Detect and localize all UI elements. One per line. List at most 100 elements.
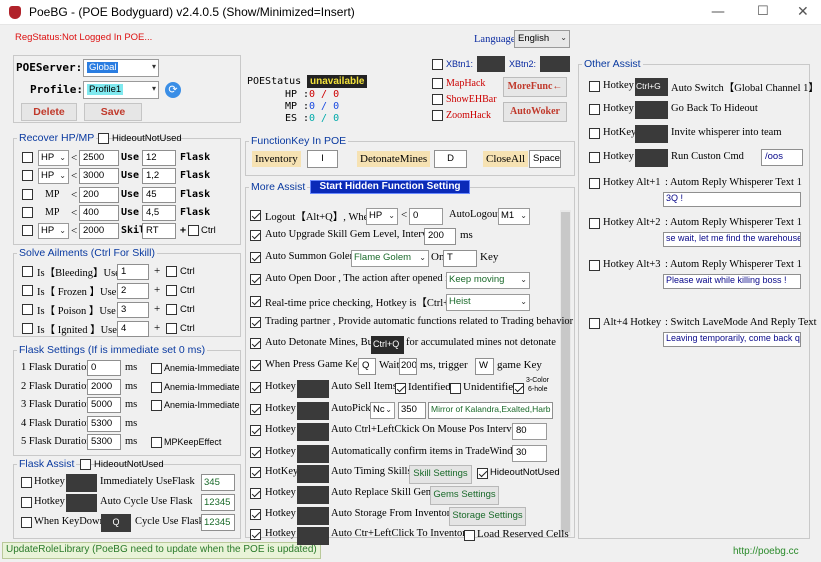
close-icon[interactable]: ✕ [797,4,809,20]
storage-settings-button[interactable]: Storage Settings [449,507,526,526]
other-assist-checkbox[interactable] [589,318,600,329]
morefunc-button[interactable]: MoreFunc← [503,77,567,97]
more-assist-checkbox[interactable] [250,317,261,328]
more-assist-checkbox[interactable] [250,230,261,241]
maximize-icon[interactable]: ☐ [757,4,769,19]
profile-select[interactable]: Profile1 ▾ [83,81,159,99]
autopick-radius-input[interactable]: 350 [398,402,426,419]
flask-option-checkbox[interactable] [151,437,162,448]
ailment-ctrl-checkbox[interactable] [166,323,177,334]
flask-duration-input[interactable]: 5000 [87,397,121,413]
recover-hideout-checkbox[interactable] [98,133,109,144]
more-assist-checkbox[interactable] [250,447,261,458]
flask-assist-flasks-input[interactable]: 345 [201,474,235,491]
target-key-input[interactable]: W [475,358,494,375]
start-hidden-function-button[interactable]: Start Hidden Function Setting [310,180,470,194]
logout-type-select[interactable]: HP ⌄ [366,208,398,225]
autopick-items-input[interactable]: Mirror of Kalandra,Exalted,Harb [428,402,553,419]
maphack-checkbox[interactable] [432,78,443,89]
ailment-flask-input[interactable]: 3 [117,302,149,318]
logout-threshold-spinner[interactable]: 0 [409,208,443,225]
minimize-icon[interactable]: — [711,4,725,20]
trade-confirm-spinner[interactable]: 30 [512,445,547,462]
other-assist-checkbox[interactable] [589,260,600,271]
flask-assist-key-field[interactable]: Q [101,514,131,532]
recover-type-select[interactable]: HP ⌄ [38,223,69,240]
other-assist-checkbox[interactable] [589,128,600,139]
flask-assist-hotkey-field[interactable] [66,474,97,492]
three-color-checkbox[interactable] [513,383,524,394]
update-role-library-button[interactable]: UpdateRoleLibrary (PoeBG need to update … [2,542,321,559]
recover-row-checkbox[interactable] [22,206,33,218]
recover-flask-slot-input[interactable]: 12 [142,150,176,166]
xbtn1-checkbox[interactable] [432,59,443,70]
more-assist-scrollbar[interactable] [560,210,571,536]
more-assist-checkbox[interactable] [250,488,261,499]
unidentified-checkbox[interactable] [450,383,461,394]
custom-cmd-input[interactable]: /oos [761,149,803,166]
detonate-hotkey-field[interactable]: Ctrl+Q [371,336,404,354]
more-assist-checkbox[interactable] [250,467,261,478]
language-select[interactable]: English ⌄ [514,30,570,48]
other-assist-checkbox[interactable] [589,152,600,163]
recover-row-checkbox[interactable] [22,188,33,200]
ctrl-click-interval-spinner[interactable]: 80 [512,423,547,440]
gem-interval-input[interactable]: 200 [424,228,456,245]
autopick-mode-select[interactable]: Nc ⌄ [370,402,395,419]
recover-type-select[interactable]: HP ⌄ [38,150,69,166]
more-assist-checkbox[interactable] [250,210,261,221]
ailment-flask-input[interactable]: 1 [117,264,149,280]
identified-checkbox[interactable] [395,383,406,394]
skill-settings-button[interactable]: Skill Settings [409,465,472,484]
door-action-select[interactable]: Keep moving ⌄ [446,272,530,289]
recover-threshold-input[interactable]: 3000 [79,168,119,185]
flask-assist-hotkey-field[interactable] [66,494,97,512]
xbtn1-key-field[interactable] [477,56,505,72]
golem-select[interactable]: Flame Golem ⌄ [351,250,429,267]
price-check-league-select[interactable]: Heist ⌄ [446,294,530,311]
flask-duration-input[interactable]: 5300 [87,415,121,432]
reply-text-input[interactable]: 3Q ! [663,192,801,207]
flask-assist-flasks-input[interactable]: 12345 [201,514,235,531]
reserved-cells-checkbox[interactable] [464,530,475,541]
more-assist-checkbox[interactable] [250,274,261,285]
ailment-flask-input[interactable]: 4 [117,321,149,337]
flask-assist-checkbox[interactable] [21,477,32,488]
detonate-mines-key-input[interactable]: D [434,150,467,168]
poeserver-select[interactable]: Global ▾ [83,59,159,77]
save-button[interactable]: Save [84,103,142,121]
flask-assist-flasks-input[interactable]: 12345 [201,494,235,511]
more-assist-hotkey-field[interactable] [297,402,329,420]
website-link[interactable]: http://poebg.cc [733,546,799,557]
more-assist-hotkey-field[interactable] [297,486,329,504]
recover-flask-slot-input[interactable]: RT [142,223,176,240]
recover-flask-slot-input[interactable]: 45 [142,186,176,203]
flask-assist-checkbox[interactable] [21,497,32,508]
recover-threshold-input[interactable]: 2500 [79,150,119,166]
flask-duration-input[interactable]: 0 [87,360,121,376]
recover-ctrl-checkbox[interactable] [188,225,199,237]
more-assist-checkbox[interactable] [250,382,261,393]
recover-row-checkbox[interactable] [22,225,33,237]
reply-text-input[interactable]: se wait, let me find the warehouse ! [663,232,801,247]
recover-row-checkbox[interactable] [22,170,33,182]
golem-key-input[interactable]: T [443,250,477,267]
other-assist-hotkey-field[interactable] [635,149,668,167]
more-assist-hotkey-field[interactable] [297,380,329,398]
recover-threshold-input[interactable]: 400 [79,204,119,221]
other-assist-checkbox[interactable] [589,104,600,115]
xbtn2-key-field[interactable] [540,56,570,72]
flask-option-checkbox[interactable] [151,363,162,374]
more-assist-checkbox[interactable] [250,529,261,540]
closeall-key-input[interactable]: Space [529,150,561,168]
reply-text-input[interactable]: Please wait while killing boss ! [663,274,801,289]
other-assist-hotkey-field[interactable] [635,101,668,119]
ailment-ctrl-checkbox[interactable] [166,285,177,296]
recover-threshold-input[interactable]: 200 [79,186,119,203]
ailment-checkbox[interactable] [22,266,33,277]
recover-flask-slot-input[interactable]: 1,2 [142,168,176,185]
more-assist-checkbox[interactable] [250,296,261,307]
autowoker-button[interactable]: AutoWoker [503,102,567,122]
refresh-icon[interactable]: ⟳ [165,82,181,98]
more-assist-checkbox[interactable] [250,425,261,436]
